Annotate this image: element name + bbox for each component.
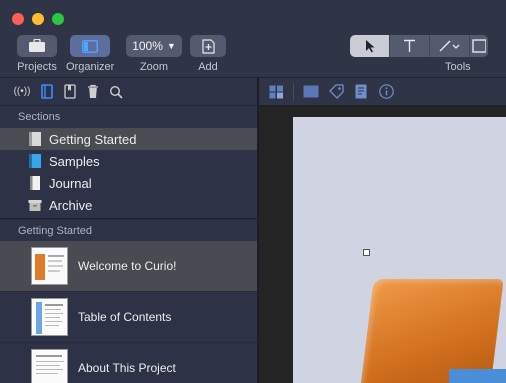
selection-handle[interactable] <box>363 249 370 256</box>
section-item-archive[interactable]: Archive <box>0 194 257 216</box>
figure-canvas[interactable] <box>259 107 506 383</box>
window-toolbar: Projects Organizer 100% ▼ Zoom Add Tools <box>0 0 506 78</box>
notebook-icon <box>29 132 41 146</box>
tag-icon[interactable] <box>328 84 344 100</box>
cursor-arrow-icon <box>365 40 374 53</box>
project-box-image[interactable] <box>360 279 504 383</box>
zoom-label: Zoom <box>139 61 169 73</box>
organizer-label: Organizer <box>66 61 115 73</box>
briefcase-icon <box>29 39 45 52</box>
add-group: Add <box>190 35 226 73</box>
sidebar-icon <box>82 39 99 53</box>
toolbar-separator <box>293 82 294 101</box>
add-button[interactable] <box>190 35 226 57</box>
tool-text[interactable] <box>390 35 430 57</box>
tools-label: Tools <box>445 61 471 73</box>
binder-icon[interactable] <box>40 84 54 99</box>
page-thumbnail <box>31 349 68 383</box>
page-item-welcome[interactable]: Welcome to Curio! <box>0 241 257 292</box>
projects-label: Projects <box>17 61 57 73</box>
section-item-journal[interactable]: Journal <box>0 172 257 194</box>
tools-segmented-control <box>350 35 488 57</box>
tool-shape[interactable] <box>470 35 488 57</box>
grid-view-icon[interactable] <box>268 84 284 100</box>
sections-header: Sections <box>18 111 61 123</box>
zoom-value: 100% <box>132 39 163 53</box>
add-label: Add <box>198 61 218 73</box>
sidebar-toolbar: ((•)) <box>0 78 257 106</box>
section-label: Samples <box>49 153 100 169</box>
organizer-group: Organizer <box>66 35 114 73</box>
line-tool-icon <box>439 40 459 52</box>
add-page-icon <box>201 38 215 54</box>
info-icon[interactable] <box>378 84 394 100</box>
section-item-samples[interactable]: Samples <box>0 150 257 172</box>
tool-line[interactable] <box>430 35 470 57</box>
page-item-about-this-project[interactable]: About This Project <box>0 343 257 383</box>
section-label: Archive <box>49 197 93 213</box>
document-icon[interactable] <box>353 84 369 100</box>
section-label: Getting Started <box>49 131 137 147</box>
zoom-group: 100% ▼ Zoom <box>126 35 182 73</box>
page-thumbnail <box>31 298 68 336</box>
page-label: Welcome to Curio! <box>78 259 177 273</box>
search-icon[interactable] <box>109 85 123 99</box>
pages-header: Getting Started <box>0 219 257 241</box>
canvas-icon[interactable] <box>303 84 319 100</box>
minimize-window-button[interactable] <box>32 13 44 25</box>
chevron-down-icon: ▼ <box>166 41 176 51</box>
zoom-dropdown[interactable]: 100% ▼ <box>126 35 182 57</box>
page-item-table-of-contents[interactable]: Table of Contents <box>0 292 257 343</box>
projects-group: Projects <box>17 35 57 73</box>
projects-button[interactable] <box>17 35 57 57</box>
tool-pointer[interactable] <box>350 35 390 57</box>
text-tool-icon <box>404 39 415 52</box>
notebook-icon[interactable] <box>63 84 77 99</box>
section-label: Journal <box>49 175 92 191</box>
window-controls <box>12 13 64 25</box>
trash-icon[interactable] <box>86 84 100 99</box>
close-window-button[interactable] <box>12 13 24 25</box>
organizer-sidebar: ((•)) Sections Getting Started Samples J… <box>0 78 258 383</box>
zoom-window-button[interactable] <box>52 13 64 25</box>
page-thumbnail <box>31 247 68 285</box>
page-label: Table of Contents <box>78 310 172 324</box>
broadcast-icon[interactable]: ((•)) <box>13 85 31 99</box>
project-box-edge <box>449 369 506 383</box>
notebook-icon <box>29 154 41 168</box>
canvas-toolbar <box>259 78 506 106</box>
page-label: About This Project <box>78 361 176 375</box>
archive-box-icon <box>28 200 42 211</box>
section-item-getting-started[interactable]: Getting Started <box>0 128 257 150</box>
organizer-button[interactable] <box>70 35 111 57</box>
journal-icon <box>30 176 40 190</box>
rectangle-tool-icon <box>472 39 486 53</box>
